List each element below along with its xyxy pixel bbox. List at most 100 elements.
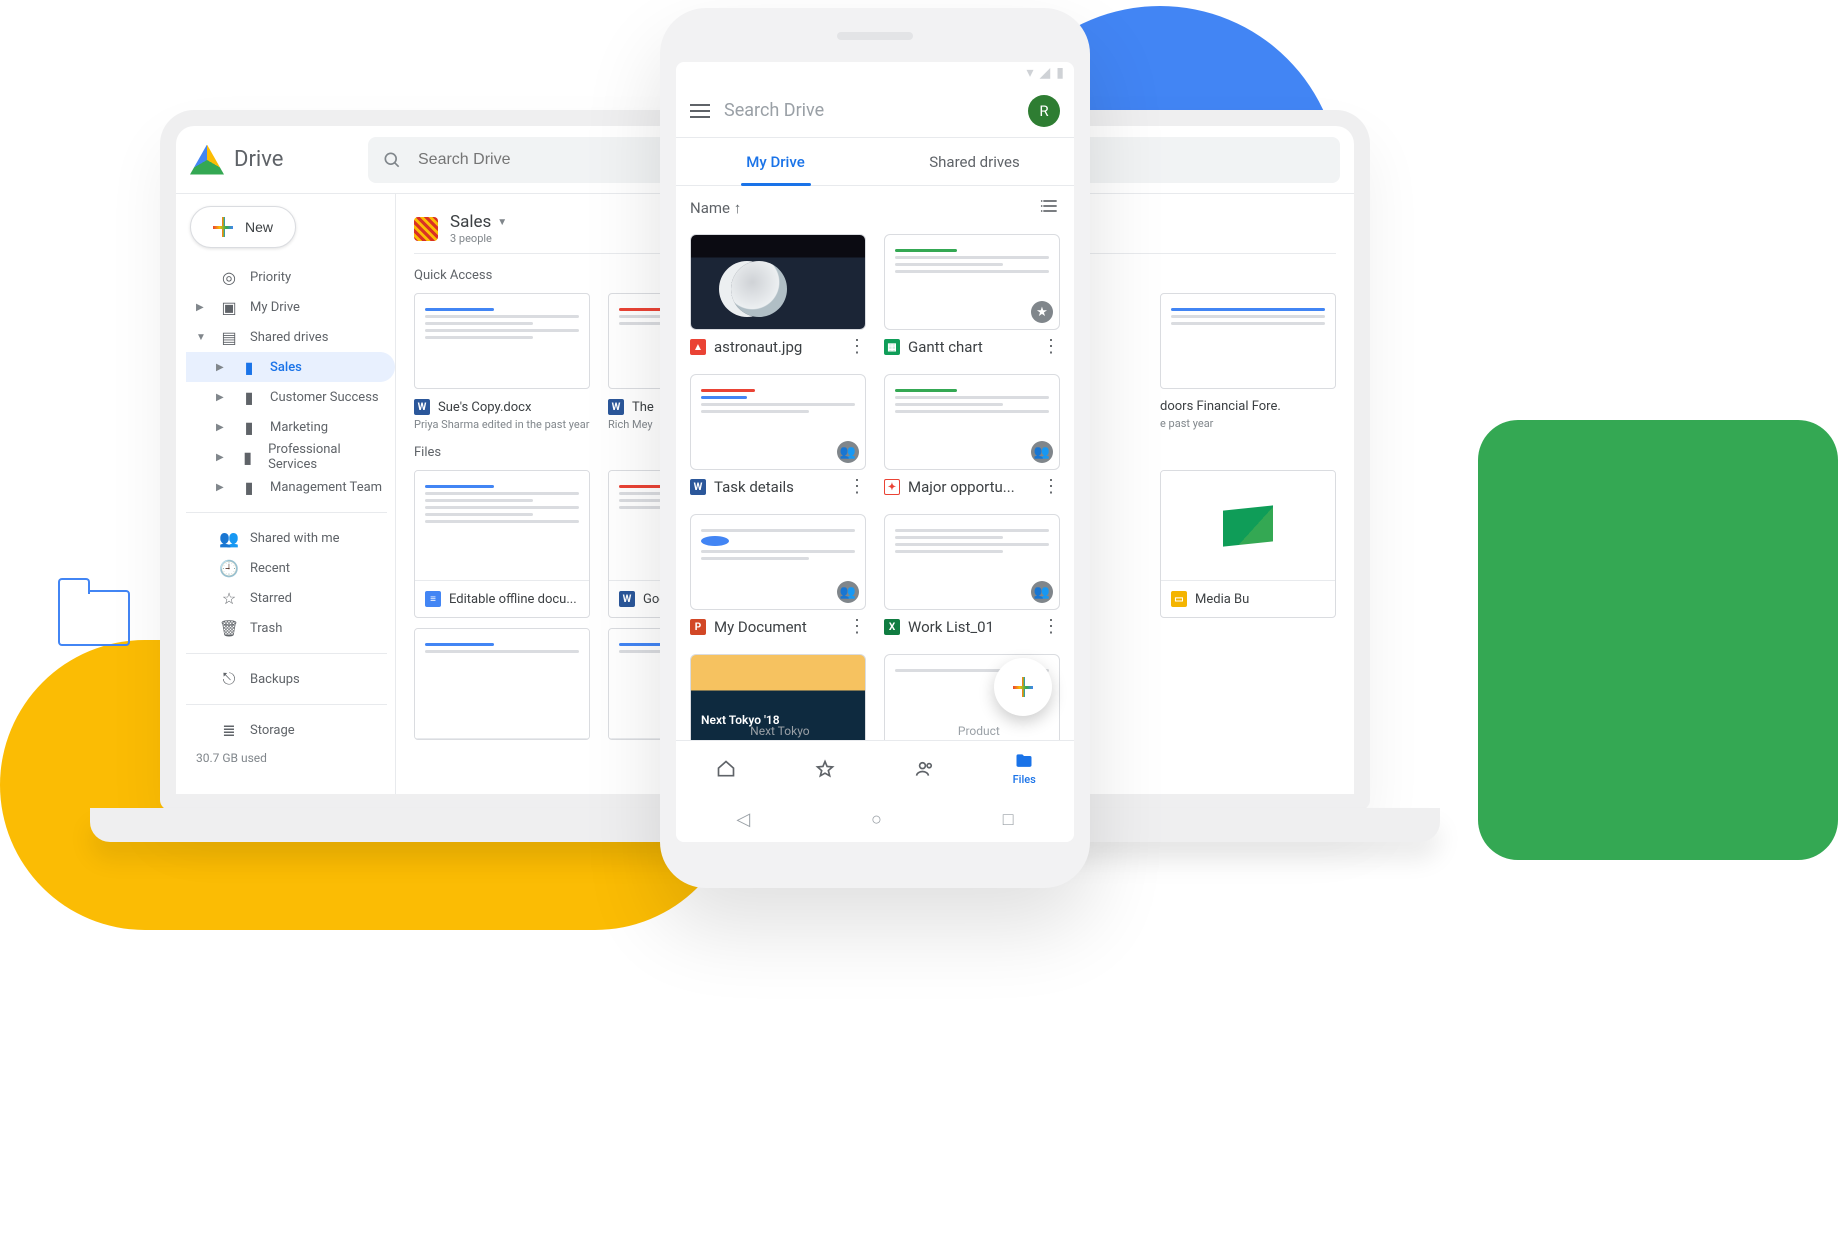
back-button[interactable]: ◁ bbox=[736, 809, 750, 830]
sidebar-item-recent[interactable]: 🕘Recent bbox=[186, 553, 395, 583]
plus-icon bbox=[1013, 677, 1033, 697]
expand-icon[interactable]: ▶ bbox=[216, 422, 228, 433]
file-card-astronaut[interactable]: ▲astronaut.jpg⋮ bbox=[690, 234, 866, 356]
word-file-icon: W bbox=[608, 399, 624, 415]
powerpoint-file-icon: P bbox=[690, 619, 706, 635]
nav-starred[interactable] bbox=[776, 741, 876, 796]
signal-icon: ▾ bbox=[1026, 65, 1033, 81]
phone-speaker bbox=[837, 32, 913, 40]
shared-badge-icon: 👥 bbox=[837, 581, 859, 603]
chevron-down-icon[interactable]: ▼ bbox=[497, 217, 507, 228]
file-card[interactable] bbox=[414, 628, 590, 740]
sidebar-item-sales[interactable]: ▶▮Sales bbox=[186, 352, 395, 382]
tab-my-drive[interactable]: My Drive bbox=[676, 138, 875, 185]
file-card-task-details[interactable]: 👥 WTask details⋮ bbox=[690, 374, 866, 496]
doc-thumbnail: 👥 bbox=[884, 514, 1060, 610]
team-drive-icon: ▮ bbox=[240, 478, 258, 496]
file-card-my-document[interactable]: 👥 PMy Document⋮ bbox=[690, 514, 866, 636]
collapse-icon[interactable]: ▼ bbox=[196, 332, 208, 343]
file-card-gantt[interactable]: ★ ▦Gantt chart⋮ bbox=[884, 234, 1060, 356]
sidebar-item-shared-with-me[interactable]: 👥Shared with me bbox=[186, 523, 395, 553]
mobile-tabs: My Drive Shared drives bbox=[676, 138, 1074, 186]
nav-files-label: Files bbox=[1013, 773, 1036, 786]
storage-used-label: 30.7 GB used bbox=[186, 745, 395, 771]
status-bar: ▾ ◢ ▮ bbox=[676, 62, 1074, 84]
team-drive-icon: ▮ bbox=[240, 388, 258, 406]
file-name: Work List_01 bbox=[908, 618, 994, 636]
people-icon: 👥 bbox=[220, 529, 238, 547]
nav-shared[interactable] bbox=[875, 741, 975, 796]
pdf-file-icon: ✦ bbox=[884, 479, 900, 495]
file-subtitle: Priya Sharma edited in the past year bbox=[414, 418, 590, 431]
sidebar-item-starred[interactable]: ☆Starred bbox=[186, 583, 395, 613]
doc-thumbnail bbox=[415, 471, 589, 581]
nav-home[interactable] bbox=[676, 741, 776, 796]
team-drive-icon: ▮ bbox=[240, 358, 258, 376]
expand-icon[interactable]: ▶ bbox=[196, 302, 208, 313]
sidebar-item-my-drive[interactable]: ▶▣My Drive bbox=[186, 292, 395, 322]
sheet-thumbnail: ★ bbox=[884, 234, 1060, 330]
file-card[interactable]: ≡Editable offline docu... bbox=[414, 470, 590, 618]
new-button[interactable]: New bbox=[190, 206, 296, 248]
view-list-icon[interactable] bbox=[1040, 196, 1060, 220]
backup-icon: ⎋ bbox=[220, 670, 238, 688]
battery-icon: ▮ bbox=[1056, 65, 1064, 81]
decorative-folder-outline bbox=[58, 590, 130, 646]
sidebar-item-priority[interactable]: ◎Priority bbox=[186, 262, 395, 292]
slides-file-icon: ▭ bbox=[1171, 591, 1187, 607]
file-name: astronaut.jpg bbox=[714, 338, 802, 356]
recents-button[interactable]: □ bbox=[1003, 809, 1014, 830]
quick-access-item[interactable]: WSue's Copy.docx Priya Sharma edited in … bbox=[414, 293, 590, 431]
sidebar-item-professional-services[interactable]: ▶▮Professional Services bbox=[186, 442, 395, 472]
clock-icon: 🕘 bbox=[220, 559, 238, 577]
word-file-icon: W bbox=[414, 399, 430, 415]
doc-thumbnail: 👥 bbox=[884, 374, 1060, 470]
context-title: Sales bbox=[450, 212, 491, 232]
shared-badge-icon: 👥 bbox=[837, 441, 859, 463]
home-icon bbox=[716, 759, 736, 779]
sidebar-item-management-team[interactable]: ▶▮Management Team bbox=[186, 472, 395, 502]
expand-icon[interactable]: ▶ bbox=[216, 392, 228, 403]
sidebar-item-storage[interactable]: ≣Storage bbox=[186, 715, 395, 745]
expand-icon[interactable]: ▶ bbox=[216, 362, 228, 373]
image-file-icon: ▲ bbox=[690, 339, 706, 355]
mobile-search-bar[interactable]: Search Drive R bbox=[676, 84, 1074, 138]
phone-screen: ▾ ◢ ▮ Search Drive R My Drive Shared dri… bbox=[676, 62, 1074, 842]
file-card[interactable]: ▭Media Bu bbox=[1160, 470, 1336, 618]
sidebar-item-shared-drives[interactable]: ▼▤Shared drives bbox=[186, 322, 395, 352]
file-card-work-list[interactable]: 👥 XWork List_01⋮ bbox=[884, 514, 1060, 636]
tab-shared-drives[interactable]: Shared drives bbox=[875, 138, 1074, 185]
sidebar-item-customer-success[interactable]: ▶▮Customer Success bbox=[186, 382, 395, 412]
expand-icon[interactable]: ▶ bbox=[216, 482, 228, 493]
obscured-file-labels: Next Tokyo Product bbox=[676, 724, 1074, 738]
doc-thumbnail bbox=[415, 629, 589, 739]
sidebar-item-trash[interactable]: 🗑Trash bbox=[186, 613, 395, 643]
doc-thumbnail bbox=[1160, 293, 1336, 389]
quick-access-item[interactable]: doors Financial Fore. e past year bbox=[1160, 293, 1336, 431]
star-badge-icon: ★ bbox=[1031, 301, 1053, 323]
drive-logo[interactable]: Drive bbox=[190, 145, 368, 175]
app-title: Drive bbox=[234, 147, 283, 172]
sidebar-item-marketing[interactable]: ▶▮Marketing bbox=[186, 412, 395, 442]
trash-icon: 🗑 bbox=[220, 619, 238, 637]
file-subtitle: e past year bbox=[1160, 417, 1336, 430]
hamburger-menu-icon[interactable] bbox=[690, 104, 710, 118]
sort-button[interactable]: Name ↑ bbox=[690, 199, 741, 217]
expand-icon[interactable]: ▶ bbox=[216, 452, 227, 463]
file-name: The bbox=[632, 400, 654, 415]
sidebar-item-backups[interactable]: ⎋Backups bbox=[186, 664, 395, 694]
phone-device: ▾ ◢ ▮ Search Drive R My Drive Shared dri… bbox=[660, 8, 1090, 888]
shared-badge-icon: 👥 bbox=[1031, 581, 1053, 603]
bottom-nav: Files bbox=[676, 740, 1074, 796]
file-name: Task details bbox=[714, 478, 794, 496]
home-button[interactable]: ○ bbox=[871, 809, 882, 830]
search-placeholder[interactable]: Search Drive bbox=[724, 100, 1014, 121]
word-file-icon: W bbox=[619, 591, 635, 607]
nav-files[interactable]: Files bbox=[975, 741, 1075, 796]
word-file-icon: W bbox=[690, 479, 706, 495]
file-card-major-opportunity[interactable]: 👥 ✦Major opportu...⋮ bbox=[884, 374, 1060, 496]
search-icon bbox=[382, 150, 402, 170]
account-avatar[interactable]: R bbox=[1028, 95, 1060, 127]
doc-thumbnail bbox=[414, 293, 590, 389]
fab-new-button[interactable] bbox=[994, 658, 1052, 716]
